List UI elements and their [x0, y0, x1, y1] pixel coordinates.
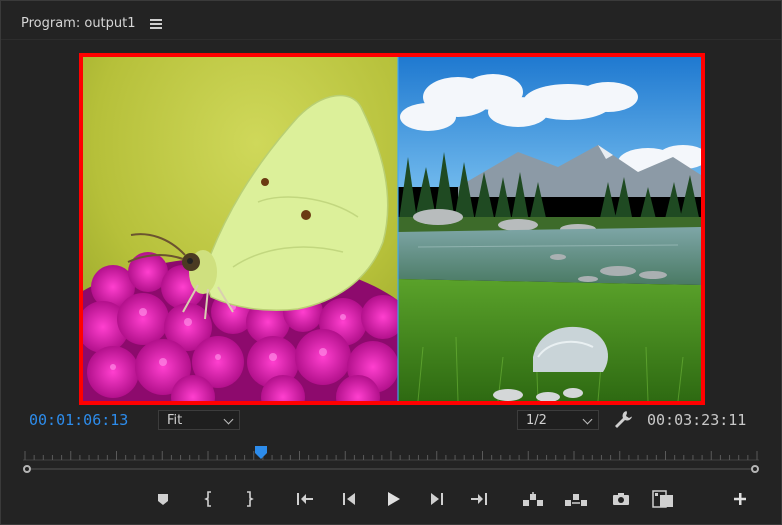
zoom-scroll-bar[interactable] [23, 465, 759, 473]
playback-resolution-dropdown[interactable]: 1/2 [517, 410, 599, 430]
hamburger-menu-icon[interactable] [149, 18, 162, 29]
butterfly-image [83, 57, 398, 401]
scroll-bar-left-handle[interactable] [23, 465, 31, 473]
chevron-down-icon [223, 414, 234, 425]
time-ruler[interactable] [23, 445, 759, 461]
transport-controls [1, 487, 782, 513]
mark-in-button[interactable] [197, 487, 221, 511]
current-timecode[interactable]: 00:01:06:13 [29, 411, 128, 429]
scroll-bar-right-handle[interactable] [751, 465, 759, 473]
program-monitor-frame[interactable] [79, 53, 705, 405]
marker-icon [158, 494, 168, 505]
play-icon [388, 492, 400, 506]
go-to-in-button[interactable] [293, 487, 317, 511]
chevron-down-icon [582, 414, 593, 425]
mark-out-button[interactable] [237, 487, 261, 511]
step-back-button[interactable] [337, 487, 361, 511]
export-frame-button[interactable] [609, 487, 633, 511]
zoom-level-value: Fit [167, 412, 183, 428]
scroll-bar-track [29, 468, 753, 470]
panel-header: Program: output1 [21, 13, 162, 33]
playback-resolution-value: 1/2 [526, 412, 547, 428]
mark-out-icon [247, 491, 254, 507]
camera-icon [613, 493, 629, 505]
extract-icon [565, 494, 587, 506]
go-to-out-button[interactable] [467, 487, 491, 511]
program-monitor-panel: Program: output1 00:01:06:13 Fit 1/2 00:… [0, 0, 782, 525]
header-divider [1, 39, 781, 40]
comparison-view-icon [652, 490, 673, 508]
lift-icon [523, 492, 543, 506]
duration-timecode: 00:03:23:11 [647, 411, 747, 429]
go-to-out-icon [471, 493, 487, 505]
plus-icon [734, 493, 746, 505]
wrench-icon[interactable] [612, 409, 634, 431]
zoom-level-dropdown[interactable]: Fit [158, 410, 240, 430]
comparison-view-button[interactable] [651, 487, 675, 511]
step-back-icon [343, 493, 355, 505]
add-marker-button[interactable] [151, 487, 175, 511]
step-forward-icon [431, 493, 443, 505]
playhead[interactable] [254, 445, 268, 461]
lift-button[interactable] [521, 487, 545, 511]
play-button[interactable] [381, 487, 405, 511]
extract-button[interactable] [564, 487, 588, 511]
comparison-split-line [397, 57, 399, 401]
landscape-image [398, 57, 701, 401]
go-to-in-icon [297, 493, 313, 505]
panel-title[interactable]: Program: output1 [21, 16, 136, 31]
mark-in-icon [204, 491, 211, 507]
step-forward-button[interactable] [425, 487, 449, 511]
button-editor-button[interactable] [728, 487, 752, 511]
